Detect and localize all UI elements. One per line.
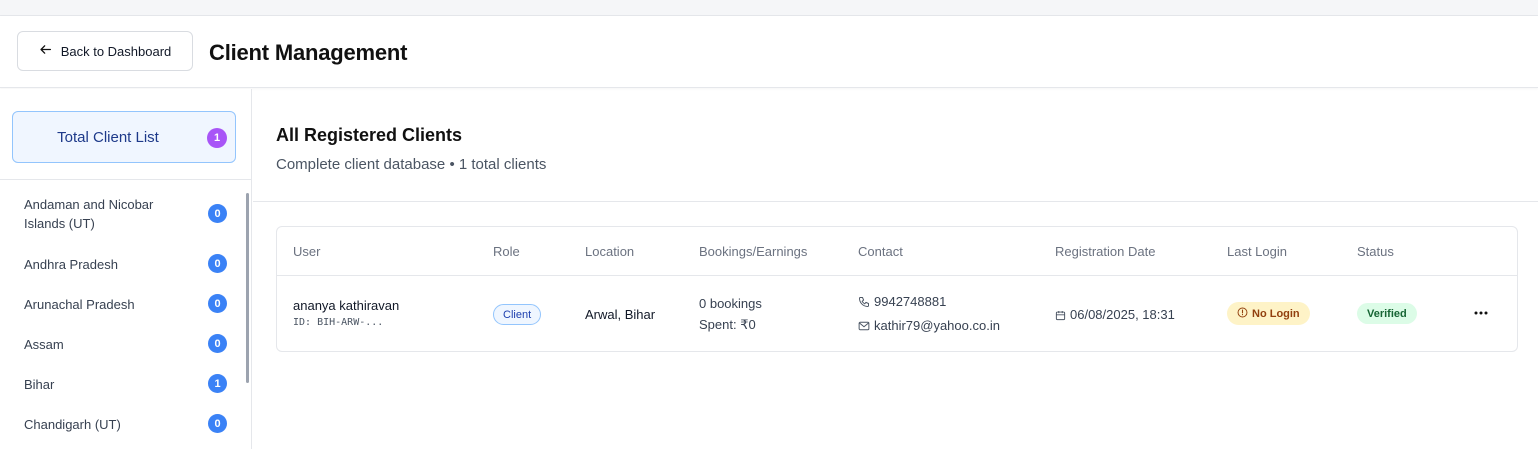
section-divider [253,201,1538,202]
location: Arwal, Bihar [585,307,656,322]
user-name: ananya kathiravan [293,298,400,313]
column-header-role: Role [493,244,520,259]
column-header-last-login: Last Login [1227,244,1287,259]
column-header-contact: Contact [858,244,903,259]
column-header-bookings: Bookings/Earnings [699,244,808,259]
state-item-chandigarh[interactable]: Chandigarh (UT) 0 [24,414,228,434]
phone-number: 9942748881 [874,294,947,309]
state-name: Arunachal Pradesh [24,296,135,312]
main-content: All Registered Clients Complete client d… [253,89,1538,449]
back-button-label: Back to Dashboard [60,43,172,59]
email-address: kathir79@yahoo.co.in [874,318,1000,333]
column-header-registration-date: Registration Date [1055,244,1156,259]
user-id: ID: BIH-ARW-... [293,317,384,328]
arrow-left-icon [39,43,52,59]
last-login-text: No Login [1252,307,1300,320]
registration-date-value: 06/08/2025, 18:31 [1070,307,1175,322]
bookings-count: 0 bookings [699,296,762,311]
column-header-user: User [293,244,321,259]
state-count-badge: 0 [208,414,227,433]
state-count-badge: 1 [208,374,227,393]
clients-table: User Role Location Bookings/Earnings Con… [276,226,1518,352]
total-count-badge: 1 [207,128,227,148]
section-title: All Registered Clients [276,125,463,145]
state-item-assam[interactable]: Assam 0 [24,334,228,354]
contact-email[interactable]: kathir79@yahoo.co.in [858,318,1000,333]
state-count-badge: 0 [208,204,227,223]
spent-amount: Spent: ₹0 [699,317,756,332]
state-count-badge: 0 [208,294,227,313]
state-name: Chandigarh (UT) [24,416,121,432]
table-header-divider [277,275,1517,276]
state-item-arunachal-pradesh[interactable]: Arunachal Pradesh 0 [24,294,228,314]
last-login-badge: No Login [1227,302,1310,325]
column-header-status: Status [1357,244,1394,259]
status-badge: Verified [1357,303,1417,324]
page-title: Client Management [209,40,408,65]
sidebar: Total Client List 1 Andaman and Nicobar … [0,89,252,449]
clock-alert-icon [1237,307,1248,321]
column-header-location: Location [585,244,635,259]
top-strip [0,0,1538,16]
state-item-andaman-nicobar[interactable]: Andaman and Nicobar Islands (UT) 0 [24,194,228,234]
mail-icon [858,320,870,332]
state-name: Assam [24,336,64,352]
state-name: Andhra Pradesh [24,256,118,272]
more-horizontal-icon[interactable] [1469,305,1493,321]
state-count-badge: 0 [208,334,227,353]
section-subtitle: Complete client database • 1 total clien… [276,156,547,173]
state-list: Andaman and Nicobar Islands (UT) 0 Andhr… [0,180,251,449]
registration-date: 06/08/2025, 18:31 [1055,307,1175,322]
contact-phone: 9942748881 [858,294,946,309]
state-item-bihar[interactable]: Bihar 1 [24,374,228,394]
state-name: Bihar [24,376,55,392]
total-client-list-label: Total Client List [57,128,159,146]
role-badge: Client [493,304,542,325]
page-header: Back to Dashboard Client Management [0,16,1538,88]
phone-icon [858,296,870,308]
calendar-icon [1055,310,1066,321]
total-client-list-button[interactable]: Total Client List 1 [12,111,236,163]
state-name: Andaman and Nicobar Islands (UT) [24,197,154,231]
state-item-andhra-pradesh[interactable]: Andhra Pradesh 0 [24,254,228,274]
sidebar-scrollbar[interactable] [246,193,249,383]
back-to-dashboard-button[interactable]: Back to Dashboard [17,31,193,71]
state-count-badge: 0 [208,254,227,273]
